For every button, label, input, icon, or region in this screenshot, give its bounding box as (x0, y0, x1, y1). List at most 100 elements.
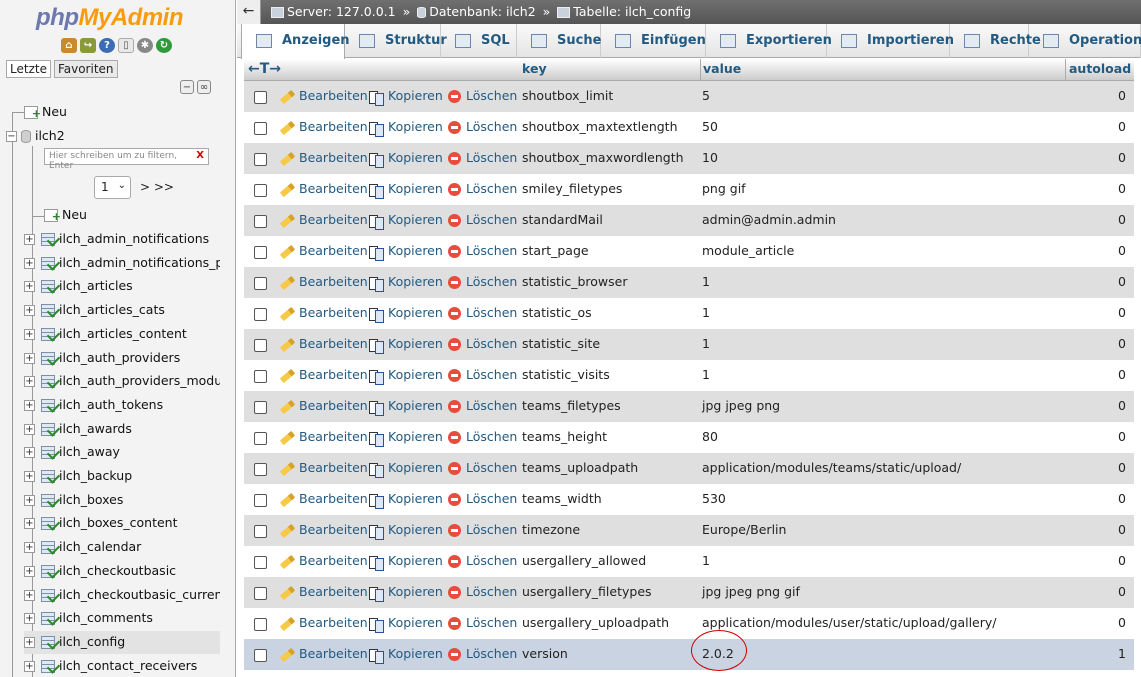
cell-autoload[interactable]: 0 (1118, 491, 1126, 506)
expand-icon[interactable]: + (24, 590, 35, 601)
column-header-autoload[interactable]: autoload (1069, 59, 1131, 81)
table-item[interactable]: + ilch_boxes_content (24, 512, 220, 535)
tree-new-database[interactable]: Neu (24, 102, 67, 124)
row-checkbox[interactable] (254, 494, 267, 507)
cell-key[interactable]: standardMail (522, 212, 603, 227)
delete-button[interactable]: Löschen (448, 646, 517, 661)
row-checkbox[interactable] (254, 308, 267, 321)
cell-value[interactable]: application/modules/user/static/upload/g… (702, 615, 997, 630)
cell-autoload[interactable]: 0 (1118, 522, 1126, 537)
table-structure-icon[interactable] (40, 589, 55, 602)
cell-value[interactable]: 10 (702, 150, 718, 165)
copy-button[interactable]: Kopieren (369, 367, 443, 385)
cell-value[interactable]: 5 (702, 88, 710, 103)
cell-key[interactable]: smiley_filetypes (522, 181, 622, 196)
edit-button[interactable]: Bearbeiten (279, 553, 368, 569)
delete-button[interactable]: Löschen (448, 305, 517, 320)
back-arrow-icon[interactable]: ← (237, 0, 261, 24)
settings-icon[interactable]: ✱ (137, 38, 153, 53)
edit-button[interactable]: Bearbeiten (279, 584, 368, 600)
table-row[interactable]: Bearbeiten Kopieren Löschen teams_height 80 0 (244, 422, 1134, 453)
cell-autoload[interactable]: 0 (1118, 584, 1126, 599)
table-structure-icon[interactable] (40, 352, 55, 365)
expand-icon[interactable]: + (24, 376, 35, 387)
row-checkbox[interactable] (254, 649, 267, 662)
delete-button[interactable]: Löschen (448, 367, 517, 382)
cell-key[interactable]: teams_filetypes (522, 398, 621, 413)
delete-button[interactable]: Löschen (448, 181, 517, 196)
cell-key[interactable]: teams_height (522, 429, 607, 444)
link-icon[interactable]: ∞ (197, 80, 211, 94)
cell-autoload[interactable]: 0 (1118, 150, 1126, 165)
expand-icon[interactable]: + (24, 566, 35, 577)
table-row[interactable]: Bearbeiten Kopieren Löschen teams_width 530 0 (244, 484, 1134, 515)
expand-icon[interactable]: + (24, 637, 35, 648)
cell-key[interactable]: usergallery_uploadpath (522, 615, 669, 630)
copy-button[interactable]: Kopieren (369, 522, 443, 540)
delete-button[interactable]: Löschen (448, 212, 517, 227)
cell-autoload[interactable]: 0 (1118, 429, 1126, 444)
table-row[interactable]: Bearbeiten Kopieren Löschen shoutbox_maxwor… (244, 143, 1134, 174)
tab-importieren[interactable]: Importieren (827, 24, 954, 58)
column-arrows-icon[interactable]: ←T→ (248, 59, 281, 81)
table-item[interactable]: + ilch_awards (24, 418, 220, 441)
delete-button[interactable]: Löschen (448, 88, 517, 103)
cell-value[interactable]: jpg jpeg png gif (702, 584, 800, 599)
copy-button[interactable]: Kopieren (369, 274, 443, 292)
table-item[interactable]: + ilch_config (24, 631, 220, 654)
clear-filter-icon[interactable]: X (196, 150, 204, 161)
table-row[interactable]: Bearbeiten Kopieren Löschen smiley_filetype… (244, 174, 1134, 205)
delete-button[interactable]: Löschen (448, 522, 517, 537)
edit-button[interactable]: Bearbeiten (279, 522, 368, 538)
expand-icon[interactable]: + (24, 258, 35, 269)
edit-button[interactable]: Bearbeiten (279, 491, 368, 507)
tab-operation[interactable]: Operation (1029, 24, 1141, 58)
tab-rechte[interactable]: Rechte (950, 24, 1041, 58)
cell-value[interactable]: png gif (702, 181, 746, 196)
expand-icon[interactable]: + (24, 305, 35, 316)
table-structure-icon[interactable] (40, 257, 55, 270)
edit-button[interactable]: Bearbeiten (279, 367, 368, 383)
table-item[interactable]: + ilch_articles (24, 275, 220, 298)
table-structure-icon[interactable] (40, 233, 55, 246)
edit-button[interactable]: Bearbeiten (279, 398, 368, 414)
edit-button[interactable]: Bearbeiten (279, 181, 368, 197)
cell-key[interactable]: start_page (522, 243, 589, 258)
table-structure-icon[interactable] (40, 636, 55, 649)
cell-key[interactable]: statistic_os (522, 305, 592, 320)
edit-button[interactable]: Bearbeiten (279, 460, 368, 476)
cell-key[interactable]: teams_width (522, 491, 602, 506)
table-structure-icon[interactable] (40, 423, 55, 436)
table-row[interactable]: Bearbeiten Kopieren Löschen teams_uploadpat… (244, 453, 1134, 484)
row-checkbox[interactable] (254, 91, 267, 104)
tab-favorites[interactable]: Favoriten (53, 60, 118, 78)
table-structure-icon[interactable] (40, 494, 55, 507)
expand-icon[interactable]: + (24, 353, 35, 364)
table-item[interactable]: + ilch_auth_tokens (24, 394, 220, 417)
copy-button[interactable]: Kopieren (369, 243, 443, 261)
row-checkbox[interactable] (254, 587, 267, 600)
tab-suche[interactable]: Suche (517, 24, 601, 58)
exit-icon[interactable]: ↪ (80, 38, 96, 53)
copy-button[interactable]: Kopieren (369, 305, 443, 323)
row-checkbox[interactable] (254, 618, 267, 631)
table-row[interactable]: Bearbeiten Kopieren Löschen usergallery_fil… (244, 577, 1134, 608)
cell-key[interactable]: statistic_visits (522, 367, 610, 382)
expand-icon[interactable]: + (24, 447, 35, 458)
table-item[interactable]: + ilch_comments (24, 607, 220, 630)
cell-key[interactable]: teams_uploadpath (522, 460, 638, 475)
edit-button[interactable]: Bearbeiten (279, 429, 368, 445)
cell-value[interactable]: 1 (702, 367, 710, 382)
edit-button[interactable]: Bearbeiten (279, 646, 368, 662)
row-checkbox[interactable] (254, 277, 267, 290)
copy-button[interactable]: Kopieren (369, 398, 443, 416)
edit-button[interactable]: Bearbeiten (279, 274, 368, 290)
cell-value[interactable]: Europe/Berlin (702, 522, 786, 537)
copy-button[interactable]: Kopieren (369, 584, 443, 602)
row-checkbox[interactable] (254, 122, 267, 135)
breadcrumb-table[interactable]: Tabelle: ilch_config (573, 4, 691, 19)
edit-button[interactable]: Bearbeiten (279, 336, 368, 352)
phpmyadmin-logo[interactable]: phpMyAdmin (36, 4, 183, 32)
table-structure-icon[interactable] (40, 541, 55, 554)
cell-autoload[interactable]: 0 (1118, 274, 1126, 289)
